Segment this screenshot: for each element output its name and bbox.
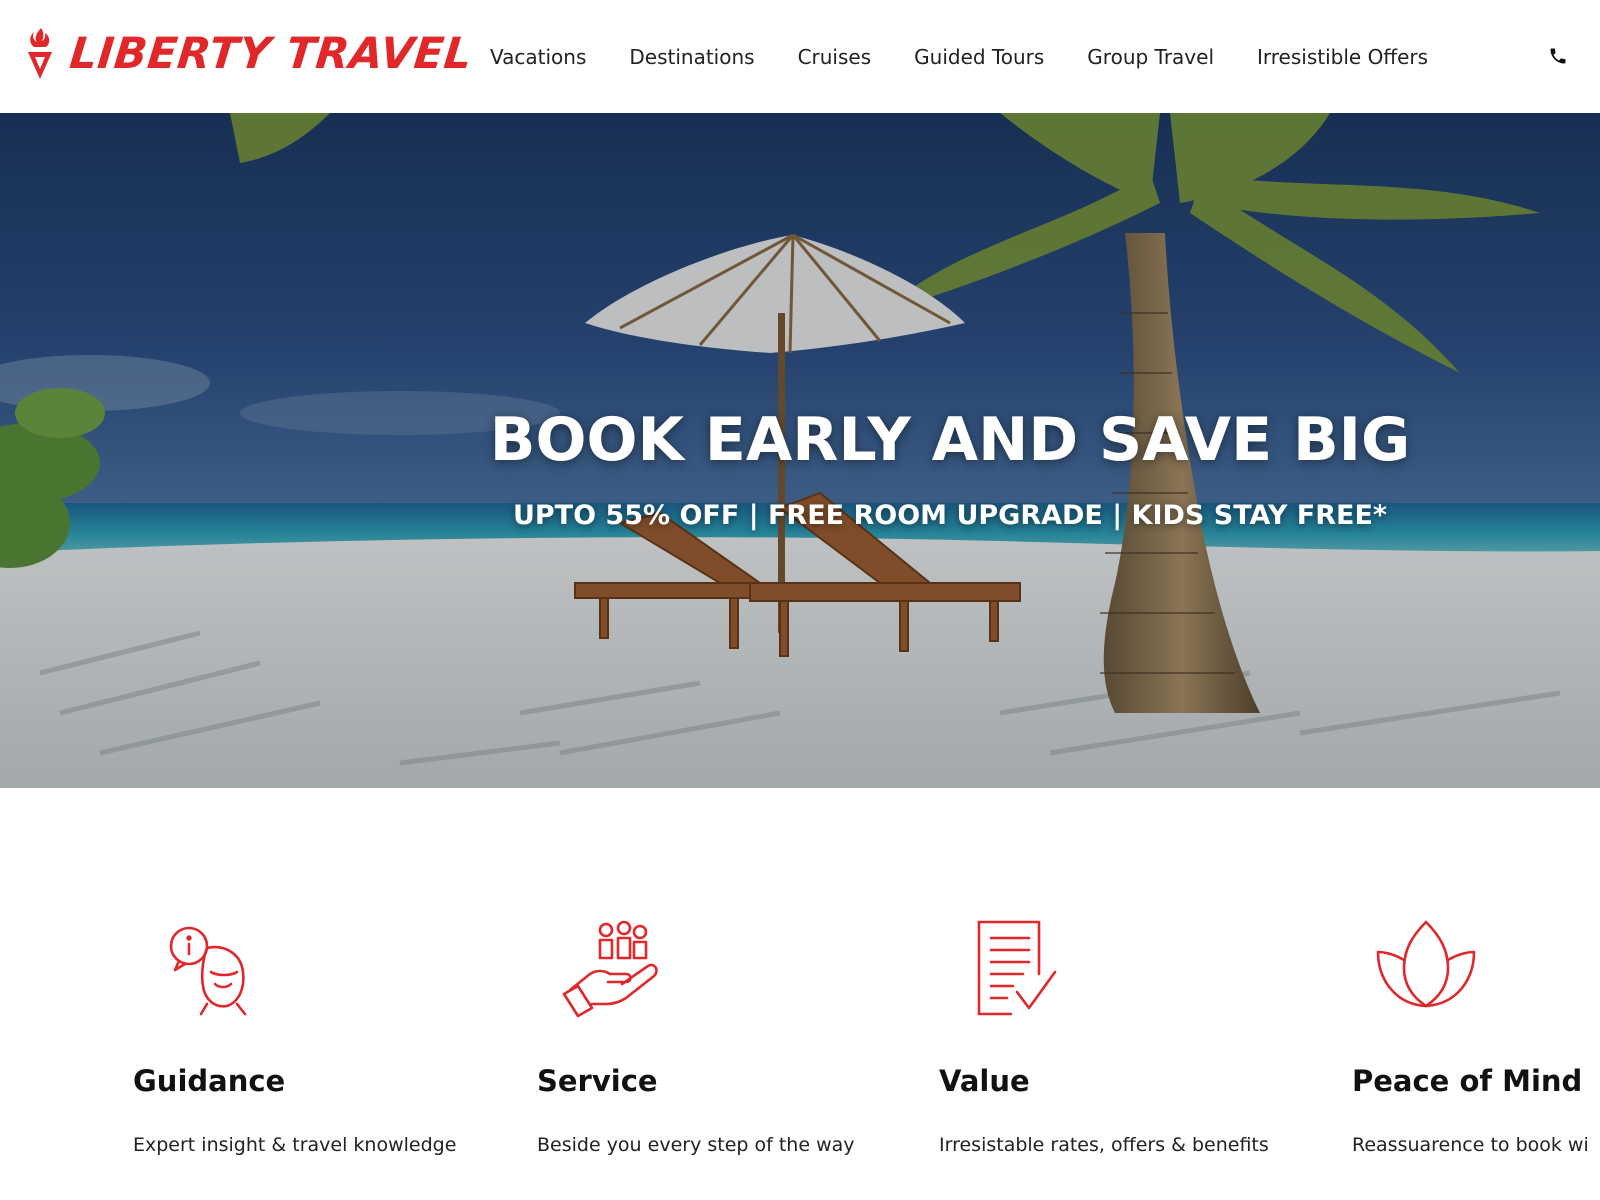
main-nav: Vacations Destinations Cruises Guided To…: [490, 0, 1471, 113]
feature-description: Beside you every step of the way: [537, 1134, 855, 1156]
nav-item-guided-tours[interactable]: Guided Tours: [914, 45, 1044, 69]
feature-description: Reassuarence to book wi: [1352, 1134, 1589, 1156]
feature-service: Service Beside you every step of the way: [537, 788, 937, 1200]
service-icon: [562, 920, 658, 1018]
nav-item-cruises[interactable]: Cruises: [798, 45, 872, 69]
feature-title: Service: [537, 1064, 658, 1098]
value-icon: [977, 920, 1057, 1016]
hero-subtitle: UPTO 55% OFF | FREE ROOM UPGRADE | KIDS …: [512, 500, 1388, 531]
feature-description: Irresistable rates, offers & benefits: [939, 1134, 1269, 1156]
nav-item-irresistible-offers[interactable]: Irresistible Offers: [1257, 45, 1428, 69]
phone-icon[interactable]: [1548, 46, 1568, 66]
feature-value: Value Irresistable rates, offers & benef…: [939, 788, 1339, 1200]
liberty-travel-logo[interactable]: LIBERTY TRAVEL: [24, 24, 475, 84]
feature-guidance: Guidance Expert insight & travel knowled…: [133, 788, 533, 1200]
feature-title: Peace of Mind: [1352, 1064, 1583, 1098]
feature-title: Value: [939, 1064, 1030, 1098]
lotus-icon: [1376, 920, 1476, 1008]
guidance-icon: [169, 926, 247, 1016]
nav-item-destinations[interactable]: Destinations: [629, 45, 754, 69]
torch-logo-icon: [28, 28, 52, 79]
hero-title: BOOK EARLY AND SAVE BIG: [489, 405, 1411, 475]
hero-banner[interactable]: BOOK EARLY AND SAVE BIG UPTO 55% OFF | F…: [0, 113, 1600, 788]
feature-title: Guidance: [133, 1064, 286, 1098]
site-header: LIBERTY TRAVEL Vacations Destinations Cr…: [0, 0, 1600, 113]
brand-name: LIBERTY TRAVEL: [67, 29, 475, 79]
feature-description: Expert insight & travel knowledge: [133, 1134, 457, 1156]
nav-item-vacations[interactable]: Vacations: [490, 45, 586, 69]
nav-item-group-travel[interactable]: Group Travel: [1087, 45, 1214, 69]
feature-peace-of-mind: Peace of Mind Reassuarence to book wi: [1352, 788, 1600, 1200]
features-section: Guidance Expert insight & travel knowled…: [0, 788, 1600, 1200]
